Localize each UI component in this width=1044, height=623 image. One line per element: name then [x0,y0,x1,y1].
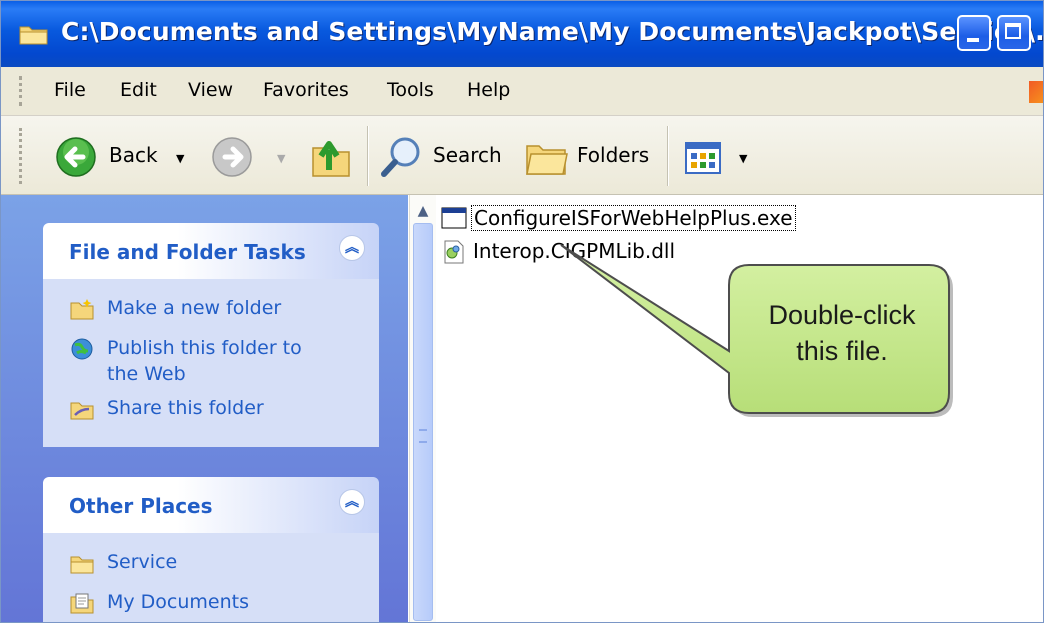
toolbar-grip[interactable] [19,128,25,184]
file-list: ConfigureISForWebHelpPlus.exe Interop.CI… [437,195,1043,622]
views-dropdown-icon[interactable]: ▼ [739,152,747,165]
menu-view[interactable]: View [188,79,233,101]
scroll-thumb[interactable] [413,223,433,621]
file-name[interactable]: Interop.CIGPMLib.dll [471,239,677,263]
task-pane: File and Folder Tasks ︽ Make a new folde… [1,195,408,622]
my-documents-icon [70,593,94,613]
views-icon[interactable] [685,142,721,174]
toolbar-separator [667,126,669,186]
back-label[interactable]: Back [109,143,158,167]
dll-icon [444,240,464,264]
menu-grip[interactable] [19,76,25,106]
vertical-scrollbar[interactable]: ▲ [409,195,436,622]
scroll-up-icon[interactable]: ▲ [410,203,436,221]
new-folder-icon [70,298,94,319]
maximize-button[interactable] [997,15,1031,51]
search-icon[interactable] [379,134,425,180]
explorer-window: C:\Documents and Settings\MyName\My Docu… [0,0,1044,623]
windows-logo [1029,81,1043,103]
panel-header[interactable]: File and Folder Tasks ︽ [43,223,379,279]
folder-icon [19,26,48,45]
menu-bar: File Edit View Favorites Tools Help [1,67,1043,116]
standard-toolbar: Back ▼ ▼ Search Folders ▼ [1,116,1043,195]
folder-icon [70,556,94,573]
place-service[interactable]: Service [69,549,177,575]
share-folder-icon [70,402,94,419]
panel-title: Other Places [69,494,213,518]
menu-favorites[interactable]: Favorites [263,79,349,101]
collapse-icon[interactable]: ︽ [339,235,365,261]
back-arrow-icon[interactable] [55,136,97,178]
search-label[interactable]: Search [433,143,502,167]
task-share-folder[interactable]: Share this folder [69,395,264,421]
panel-body: Make a new folder Publish this folder to… [43,279,379,447]
task-publish-folder-line2[interactable]: the Web [107,361,186,387]
back-dropdown-icon[interactable]: ▼ [176,152,184,165]
panel-body: Service My Documents [43,533,379,622]
task-publish-folder[interactable]: Publish this folder to [69,335,302,361]
file-folder-tasks-panel: File and Folder Tasks ︽ Make a new folde… [43,223,379,447]
panel-header[interactable]: Other Places ︽ [43,477,379,533]
exe-icon [441,207,467,229]
menu-file[interactable]: File [54,79,86,101]
window-title: C:\Documents and Settings\MyName\My Docu… [61,17,1044,46]
task-make-new-folder[interactable]: Make a new folder [69,295,281,321]
menu-edit[interactable]: Edit [120,79,157,101]
forward-dropdown-icon[interactable]: ▼ [277,152,285,165]
folders-icon[interactable] [523,134,571,180]
other-places-panel: Other Places ︽ Service My Documents [43,477,379,622]
forward-arrow-icon[interactable] [211,136,253,178]
title-bar[interactable]: C:\Documents and Settings\MyName\My Docu… [1,1,1044,67]
callout-text: Double-click this file. [768,300,916,366]
panel-title: File and Folder Tasks [69,240,306,264]
file-name[interactable]: ConfigureISForWebHelpPlus.exe [471,205,796,231]
place-my-documents[interactable]: My Documents [69,589,249,615]
menu-tools[interactable]: Tools [387,79,434,101]
menu-help[interactable]: Help [467,79,510,101]
globe-icon [71,338,93,359]
collapse-icon[interactable]: ︽ [339,489,365,515]
minimize-button[interactable] [957,15,991,51]
up-folder-icon[interactable] [309,134,355,180]
folders-label[interactable]: Folders [577,143,649,167]
toolbar-separator [367,126,369,186]
